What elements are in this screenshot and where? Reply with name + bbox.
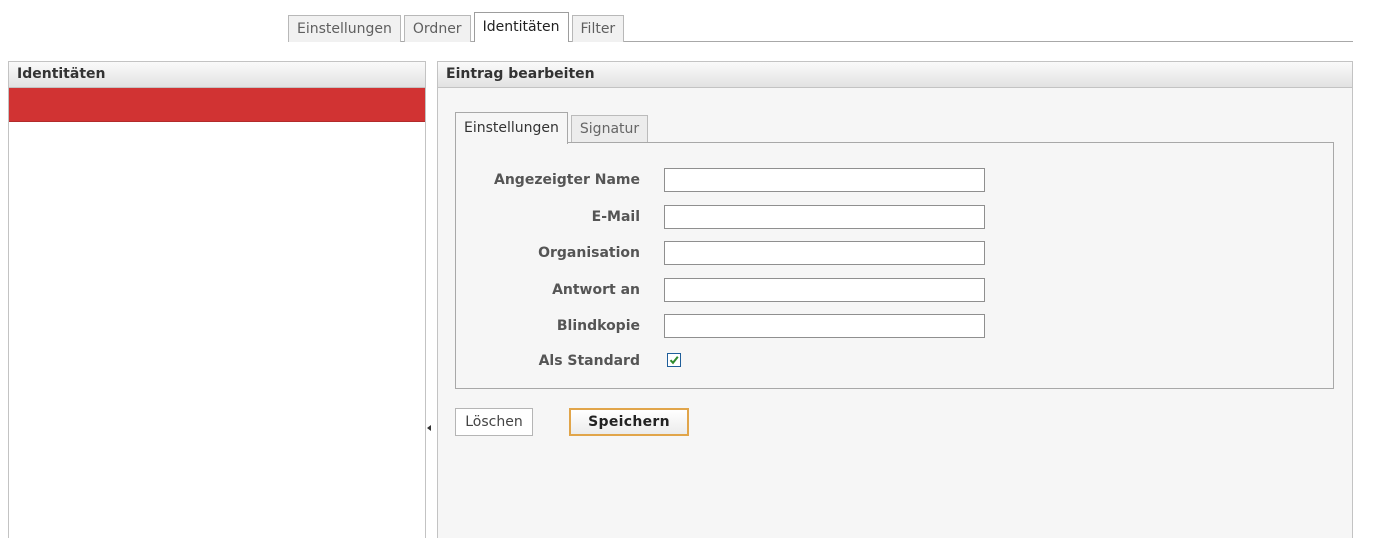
edit-entry-panel: Eintrag bearbeiten Einstellungen Signatu… bbox=[437, 61, 1353, 538]
splitter-grip-icon bbox=[427, 425, 431, 431]
form-row-bcc: Blindkopie bbox=[456, 313, 1335, 339]
form-row-organization: Organisation bbox=[456, 240, 1335, 266]
edit-entry-panel-title: Eintrag bearbeiten bbox=[438, 62, 1352, 88]
save-button[interactable]: Speichern bbox=[569, 408, 689, 436]
email-label: E-Mail bbox=[591, 209, 640, 225]
edit-entry-tab-bar: Einstellungen Signatur bbox=[455, 112, 651, 144]
bcc-input[interactable] bbox=[664, 314, 985, 338]
organization-label: Organisation bbox=[538, 245, 640, 261]
bcc-label: Blindkopie bbox=[556, 318, 640, 334]
tab-ordner[interactable]: Ordner bbox=[403, 15, 471, 42]
form-row-reply-to: Antwort an bbox=[456, 277, 1335, 303]
checkmark-icon bbox=[669, 356, 679, 365]
settings-tab-bar: Einstellungen Ordner Identitäten Filter bbox=[288, 12, 627, 42]
tab-filter[interactable]: Filter bbox=[571, 15, 625, 42]
tab-identitaeten[interactable]: Identitäten bbox=[473, 12, 569, 42]
panel-splitter-handle[interactable] bbox=[426, 424, 432, 432]
reply-to-input[interactable] bbox=[664, 278, 985, 302]
email-input[interactable] bbox=[664, 205, 985, 229]
display-name-input[interactable] bbox=[664, 168, 985, 192]
delete-button[interactable]: Löschen bbox=[455, 408, 533, 436]
display-name-label: Angezeigter Name bbox=[494, 172, 640, 188]
form-row-email: E-Mail bbox=[456, 204, 1335, 230]
identity-list-item-selected[interactable] bbox=[9, 88, 425, 122]
form-row-default: Als Standard bbox=[456, 348, 1335, 374]
tab-einstellungen[interactable]: Einstellungen bbox=[288, 15, 401, 42]
reply-to-label: Antwort an bbox=[552, 282, 640, 298]
identity-settings-form: Angezeigter Name E-Mail Organisation Ant… bbox=[455, 142, 1334, 389]
default-checkbox[interactable] bbox=[667, 353, 681, 367]
tab-signature[interactable]: Signatur bbox=[570, 115, 649, 143]
tab-identity-settings[interactable]: Einstellungen bbox=[455, 112, 568, 144]
default-label: Als Standard bbox=[538, 353, 640, 369]
settings-page: Einstellungen Ordner Identitäten Filter … bbox=[0, 0, 1373, 538]
identities-panel: Identitäten bbox=[8, 61, 426, 538]
form-row-display-name: Angezeigter Name bbox=[456, 167, 1335, 193]
organization-input[interactable] bbox=[664, 241, 985, 265]
identities-panel-title: Identitäten bbox=[9, 62, 425, 88]
